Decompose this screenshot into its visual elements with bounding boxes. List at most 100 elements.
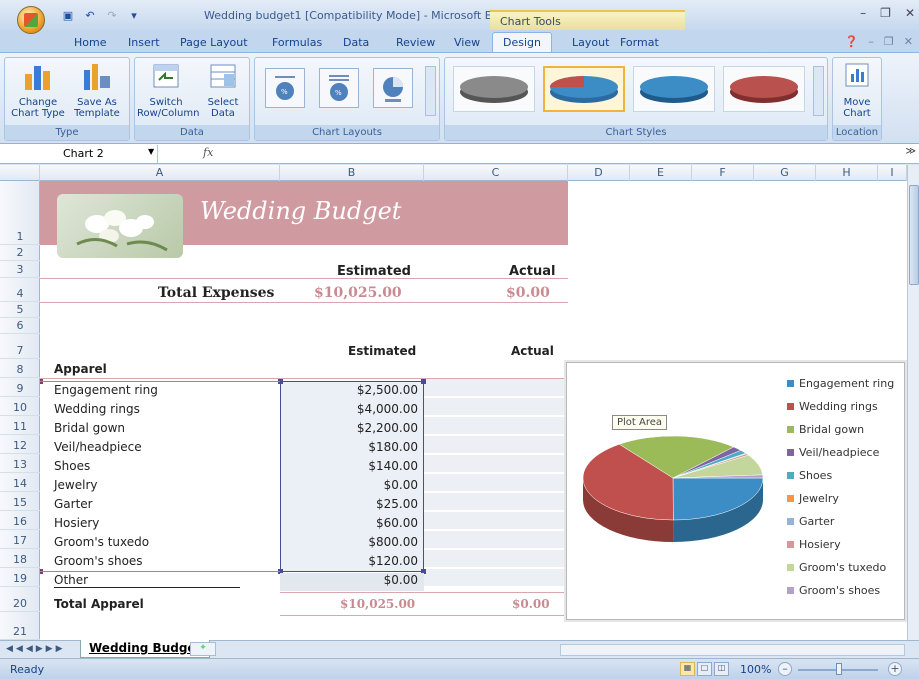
tab-view[interactable]: View: [454, 36, 480, 49]
row-header[interactable]: 15: [0, 492, 40, 511]
column-header-h[interactable]: H: [816, 165, 878, 181]
chevron-down-icon[interactable]: ▼: [148, 147, 154, 156]
item-estimated[interactable]: $2,500.00: [280, 383, 424, 401]
redo-icon[interactable]: ↷: [104, 7, 120, 23]
actual-cell[interactable]: [424, 493, 568, 511]
actual-cell[interactable]: [424, 379, 568, 397]
tab-insert[interactable]: Insert: [128, 36, 160, 49]
formula-input[interactable]: [230, 146, 890, 162]
sheet-nav-arrows-icon[interactable]: ◀◀◀▶▶▶: [6, 644, 66, 654]
workbook-minimize-icon[interactable]: –: [868, 35, 874, 48]
zoom-out-icon[interactable]: –: [778, 662, 792, 676]
chart-layout-3[interactable]: [373, 68, 413, 108]
actual-cell[interactable]: [424, 531, 568, 549]
undo-icon[interactable]: ↶: [82, 7, 98, 23]
tab-data[interactable]: Data: [343, 36, 369, 49]
item-estimated[interactable]: $0.00: [280, 478, 424, 496]
tab-format[interactable]: Format: [620, 36, 659, 49]
row-header[interactable]: 3: [0, 261, 40, 278]
tab-design[interactable]: Design: [492, 32, 552, 53]
row-header[interactable]: 10: [0, 397, 40, 416]
tab-review[interactable]: Review: [396, 36, 435, 49]
row-header[interactable]: 13: [0, 454, 40, 473]
row-header[interactable]: 12: [0, 435, 40, 454]
row-header[interactable]: 5: [0, 302, 40, 318]
select-data-button[interactable]: Select Data: [201, 62, 245, 119]
chart-layouts-scroll[interactable]: [425, 66, 436, 116]
pie-chart[interactable]: Plot Area Engagement ring Wedding rings Br…: [566, 362, 905, 620]
column-header-b[interactable]: B: [280, 165, 424, 181]
tab-page-layout[interactable]: Page Layout: [180, 36, 248, 49]
legend-entry[interactable]: Engagement ring: [787, 377, 894, 390]
row-header[interactable]: 18: [0, 549, 40, 568]
name-box[interactable]: Chart 2: [18, 145, 158, 163]
legend-entry[interactable]: Garter: [787, 515, 834, 528]
expand-formula-bar-icon[interactable]: ≫: [906, 146, 916, 157]
item-estimated[interactable]: $120.00: [280, 554, 424, 572]
help-icon[interactable]: ❓: [845, 35, 859, 48]
normal-view-icon[interactable]: ▦: [680, 662, 695, 676]
row-header[interactable]: 4: [0, 278, 40, 302]
office-button[interactable]: [17, 6, 45, 34]
legend-entry[interactable]: Shoes: [787, 469, 832, 482]
column-header-f[interactable]: F: [692, 165, 754, 181]
switch-row-column-button[interactable]: Switch Row/Column: [137, 62, 199, 119]
legend-entry[interactable]: Veil/headpiece: [787, 446, 879, 459]
actual-cell[interactable]: [424, 417, 568, 435]
page-break-view-icon[interactable]: ◫: [714, 662, 729, 676]
legend-entry[interactable]: Groom's shoes: [787, 584, 880, 597]
column-header-g[interactable]: G: [754, 165, 816, 181]
move-chart-button[interactable]: Move Chart: [835, 62, 879, 119]
actual-cell[interactable]: [424, 398, 568, 416]
insert-function-icon[interactable]: fx: [203, 146, 213, 159]
item-estimated[interactable]: $0.00: [280, 573, 424, 591]
zoom-in-icon[interactable]: +: [888, 662, 902, 676]
select-all-corner[interactable]: [0, 165, 40, 181]
chart-layout-2[interactable]: %: [319, 68, 359, 108]
tab-formulas[interactable]: Formulas: [272, 36, 322, 49]
item-estimated[interactable]: $60.00: [280, 516, 424, 534]
vertical-scrollbar[interactable]: [907, 165, 919, 640]
row-header[interactable]: 21: [0, 612, 40, 640]
pie-plot-area[interactable]: [575, 418, 775, 598]
column-header-a[interactable]: A: [40, 165, 280, 181]
item-estimated[interactable]: $4,000.00: [280, 402, 424, 420]
chart-layout-1[interactable]: %: [265, 68, 305, 108]
workbook-close-icon[interactable]: ✕: [904, 35, 913, 48]
column-header-c[interactable]: C: [424, 165, 568, 181]
horizontal-scrollbar[interactable]: [560, 644, 905, 656]
row-header[interactable]: 2: [0, 245, 40, 261]
chart-styles-scroll[interactable]: [813, 66, 824, 116]
row-header[interactable]: 7: [0, 334, 40, 359]
change-chart-type-button[interactable]: Change Chart Type: [9, 62, 67, 119]
minimize-icon[interactable]: –: [860, 6, 866, 20]
row-header[interactable]: 9: [0, 378, 40, 397]
item-estimated[interactable]: $800.00: [280, 535, 424, 553]
legend-entry[interactable]: Jewelry: [787, 492, 839, 505]
row-header[interactable]: 17: [0, 530, 40, 549]
legend-entry[interactable]: Wedding rings: [787, 400, 878, 413]
item-estimated[interactable]: $25.00: [280, 497, 424, 515]
actual-cell[interactable]: [424, 455, 568, 473]
restore-icon[interactable]: ❐: [880, 6, 891, 20]
save-icon[interactable]: ▣: [60, 7, 76, 23]
column-header-i[interactable]: I: [878, 165, 907, 181]
chart-style-red[interactable]: [723, 66, 805, 112]
worksheet[interactable]: Wedding Budget Estimated Actual Total Ex…: [40, 181, 907, 640]
legend-entry[interactable]: Groom's tuxedo: [787, 561, 886, 574]
actual-cell[interactable]: [424, 512, 568, 530]
page-layout-view-icon[interactable]: □: [697, 662, 712, 676]
chart-style-blue[interactable]: [633, 66, 715, 112]
tab-layout[interactable]: Layout: [572, 36, 609, 49]
legend-entry[interactable]: Hosiery: [787, 538, 841, 551]
row-header[interactable]: 6: [0, 318, 40, 334]
tab-home[interactable]: Home: [74, 36, 106, 49]
column-header-d[interactable]: D: [568, 165, 630, 181]
row-header[interactable]: 16: [0, 511, 40, 530]
customize-qat-icon[interactable]: ▾: [126, 7, 142, 23]
row-header[interactable]: 19: [0, 568, 40, 587]
row-header[interactable]: 20: [0, 587, 40, 612]
row-header[interactable]: 1: [0, 181, 40, 245]
item-estimated[interactable]: $180.00: [280, 440, 424, 458]
save-as-template-button[interactable]: Save As Template: [67, 62, 127, 119]
